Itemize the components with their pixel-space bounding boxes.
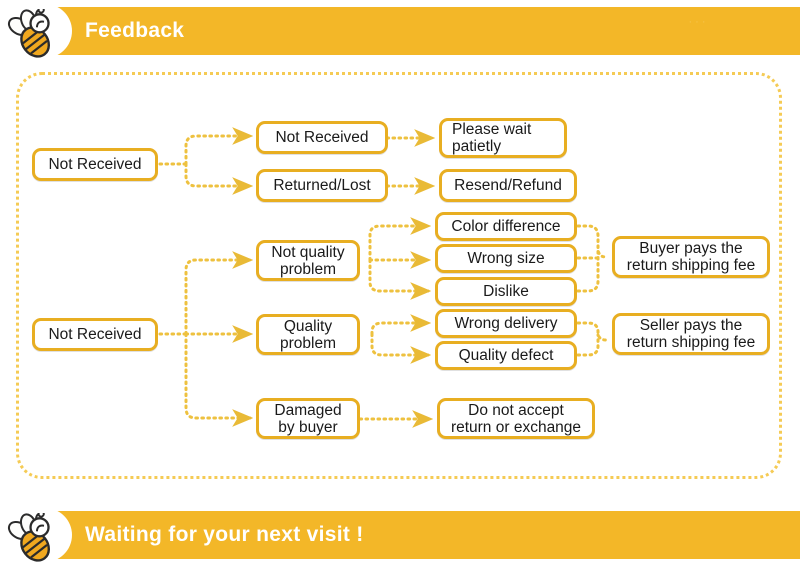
node-do-not-accept[interactable]: Do not accept return or exchange [437, 398, 595, 439]
node-please-wait[interactable]: Please wait patietly [439, 118, 567, 158]
bottom-banner: Waiting for your next visit ! [0, 508, 800, 562]
node-not-received-1[interactable]: Not Received [256, 121, 388, 154]
top-banner: Feedback · · · [0, 4, 800, 58]
node-color-difference[interactable]: Color difference [435, 212, 577, 241]
top-banner-watermark: · · · [688, 16, 706, 28]
bottom-banner-title: Waiting for your next visit ! [85, 523, 364, 546]
node-not-quality-problem[interactable]: Not quality problem [256, 240, 360, 281]
node-resend-refund[interactable]: Resend/Refund [439, 169, 577, 202]
feedback-infographic: Feedback · · · Not Received Not Received… [0, 0, 800, 573]
node-damaged-by-buyer[interactable]: Damaged by buyer [256, 398, 360, 439]
node-buyer-pays[interactable]: Buyer pays the return shipping fee [612, 236, 770, 278]
node-dislike[interactable]: Dislike [435, 277, 577, 306]
node-wrong-size[interactable]: Wrong size [435, 244, 577, 273]
node-quality-problem[interactable]: Quality problem [256, 314, 360, 355]
node-quality-defect[interactable]: Quality defect [435, 341, 577, 370]
bee-icon [7, 9, 51, 58]
node-root-2[interactable]: Not Received [32, 318, 158, 351]
node-root-1[interactable]: Not Received [32, 148, 158, 181]
top-banner-title: Feedback [85, 19, 185, 42]
node-wrong-delivery[interactable]: Wrong delivery [435, 309, 577, 338]
bee-icon-bottom [7, 513, 51, 562]
node-seller-pays[interactable]: Seller pays the return shipping fee [612, 313, 770, 355]
node-returned-lost[interactable]: Returned/Lost [256, 169, 388, 202]
